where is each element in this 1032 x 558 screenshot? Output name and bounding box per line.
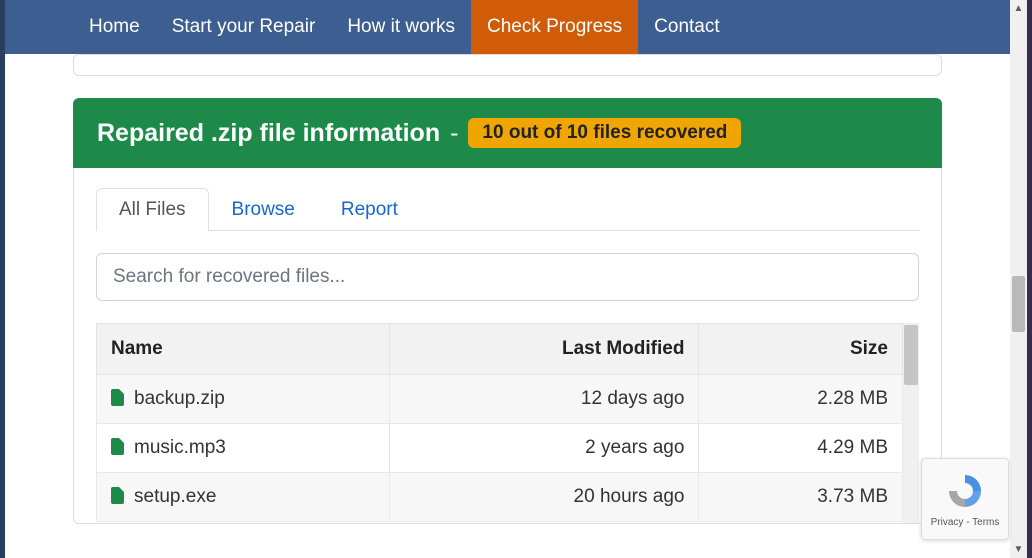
panel-title: Repaired .zip file information	[97, 119, 440, 148]
file-modified: 2 years ago	[390, 424, 699, 473]
file-size: 2.28 MB	[699, 375, 903, 424]
table-scrollbar[interactable]	[903, 323, 919, 523]
file-modified: 20 hours ago	[390, 473, 699, 522]
file-size: 4.29 MB	[699, 424, 903, 473]
file-icon	[111, 389, 124, 406]
nav-home[interactable]: Home	[73, 0, 156, 54]
table-row[interactable]: setup.exe 20 hours ago 3.73 MB	[97, 473, 903, 522]
file-name: backup.zip	[134, 388, 225, 409]
file-name: setup.exe	[134, 486, 216, 507]
nav-contact[interactable]: Contact	[638, 0, 735, 54]
nav-how-it-works[interactable]: How it works	[331, 0, 471, 54]
table-scroll-thumb[interactable]	[904, 325, 918, 385]
search-input[interactable]	[96, 253, 919, 301]
table-row[interactable]: backup.zip 12 days ago 2.28 MB	[97, 375, 903, 424]
file-table: Name Last Modified Size backup.zip 12 da…	[96, 323, 903, 522]
page-scroll-thumb[interactable]	[1012, 276, 1025, 332]
recaptcha-privacy[interactable]: Privacy	[931, 517, 964, 528]
col-name[interactable]: Name	[97, 324, 390, 375]
recaptcha-badge[interactable]: Privacy - Terms	[921, 458, 1009, 540]
tab-all-files[interactable]: All Files	[96, 188, 209, 231]
file-table-wrap: Name Last Modified Size backup.zip 12 da…	[96, 323, 919, 523]
col-size[interactable]: Size	[699, 324, 903, 375]
file-icon	[111, 438, 124, 455]
prev-card-bottom	[73, 54, 942, 76]
recaptcha-icon	[945, 471, 985, 511]
recaptcha-terms[interactable]: Terms	[972, 517, 999, 528]
nav-start-repair[interactable]: Start your Repair	[156, 0, 332, 54]
nav-check-progress[interactable]: Check Progress	[471, 0, 638, 54]
recaptcha-links: Privacy - Terms	[931, 517, 1000, 528]
navbar: Home Start your Repair How it works Chec…	[5, 0, 1010, 54]
panel-dash: -	[450, 119, 458, 148]
page-scrollbar[interactable]: ▲ ▼	[1010, 0, 1027, 558]
file-name: music.mp3	[134, 437, 226, 458]
table-row[interactable]: music.mp3 2 years ago 4.29 MB	[97, 424, 903, 473]
file-icon	[111, 487, 124, 504]
scroll-up-icon[interactable]: ▲	[1010, 0, 1027, 17]
scroll-down-icon[interactable]: ▼	[1010, 541, 1027, 558]
panel-body: All Files Browse Report Name Last Modifi…	[73, 168, 942, 524]
tab-report[interactable]: Report	[318, 188, 421, 231]
recovered-badge: 10 out of 10 files recovered	[468, 118, 741, 148]
file-size: 3.73 MB	[699, 473, 903, 522]
file-modified: 12 days ago	[390, 375, 699, 424]
tabs: All Files Browse Report	[96, 188, 919, 231]
col-modified[interactable]: Last Modified	[390, 324, 699, 375]
panel-header: Repaired .zip file information - 10 out …	[73, 98, 942, 168]
tab-browse[interactable]: Browse	[209, 188, 318, 231]
